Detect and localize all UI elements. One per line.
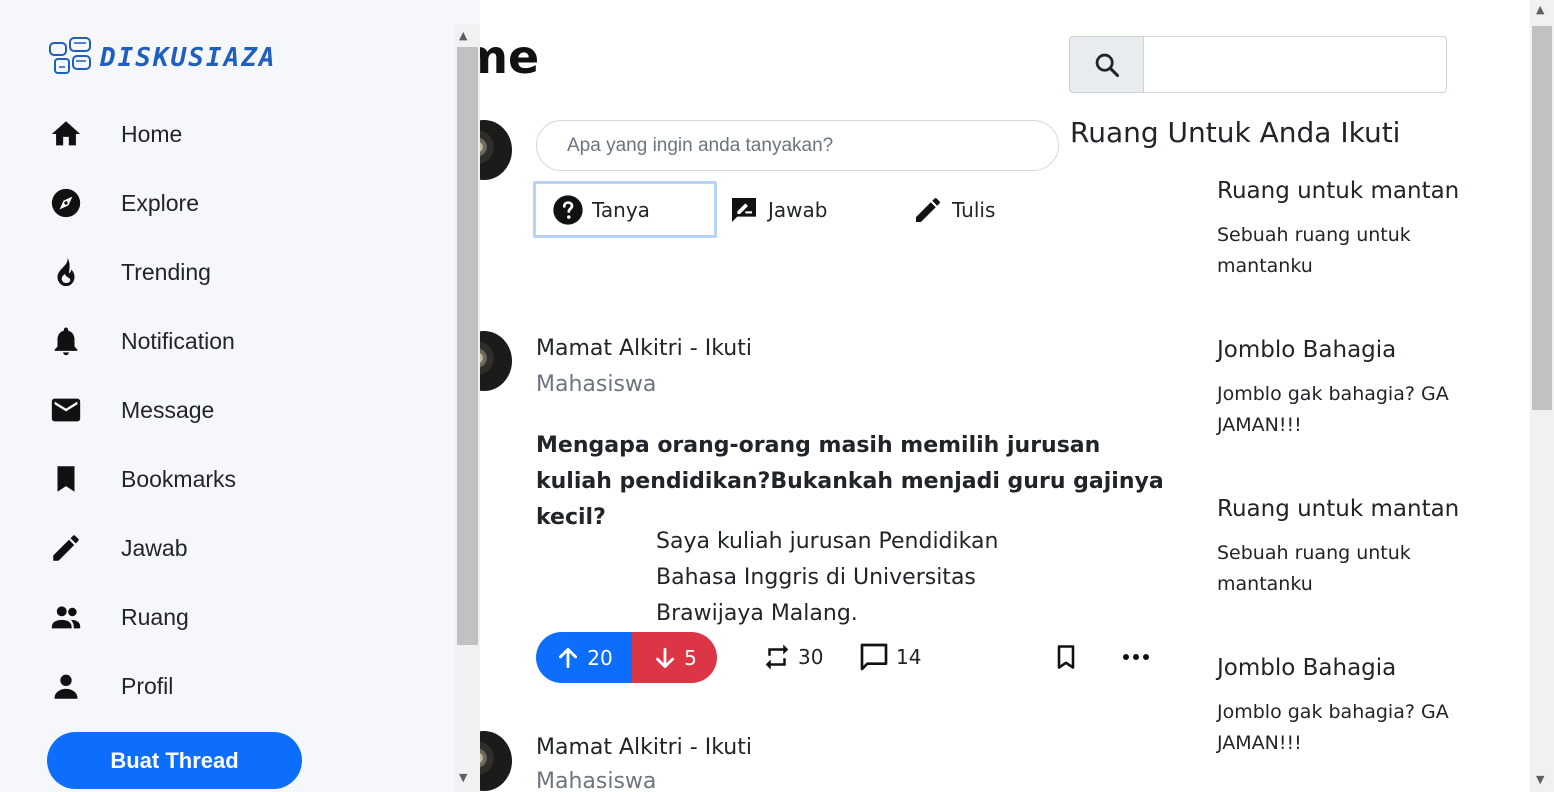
downvote-count: 5	[684, 645, 697, 670]
sidebar-item-label: Message	[121, 396, 215, 423]
flame-icon	[48, 254, 84, 290]
post-answer: Saya kuliah jurusan Pendidikan Bahasa In…	[656, 529, 999, 626]
sidebar-item-label: Trending	[121, 258, 211, 285]
room-card[interactable]: Ruang untuk mantan Sebuah ruang untuk ma…	[1217, 494, 1517, 600]
room-card[interactable]: Jomblo Bahagia Jomblo gak bahagia? GA JA…	[1217, 335, 1517, 441]
room-description: Sebuah ruang untuk mantanku	[1217, 224, 1411, 277]
sidebar-item-trending[interactable]: Trending	[48, 247, 448, 297]
post-author[interactable]: Mamat Alkitri - Ikuti	[536, 735, 752, 760]
sidebar-item-label: Notification	[121, 327, 235, 354]
sidebar-item-jawab[interactable]: Jawab	[48, 523, 448, 573]
app-logo[interactable]: DISKUSIAZA	[48, 35, 277, 81]
search-input[interactable]	[1143, 36, 1447, 93]
upvote-button[interactable]: 20	[536, 632, 632, 683]
room-name[interactable]: Jomblo Bahagia	[1217, 335, 1517, 365]
arrow-down-icon	[652, 645, 678, 671]
arrow-up-icon	[555, 645, 581, 671]
logo-text: DISKUSIAZA	[100, 43, 277, 73]
room-name[interactable]: Ruang untuk mantan	[1217, 494, 1517, 524]
room-name[interactable]: Jomblo Bahagia	[1217, 653, 1517, 683]
more-options-button[interactable]	[1120, 640, 1152, 674]
mail-icon	[48, 392, 84, 428]
repost-button[interactable]: 30	[762, 637, 823, 677]
post-author-role: Mahasiswa	[536, 769, 657, 792]
sidebar-scroll-down-icon[interactable]: ▼	[459, 771, 467, 784]
sidebar-item-explore[interactable]: Explore	[48, 178, 448, 228]
room-card[interactable]: Jomblo Bahagia Jomblo gak bahagia? GA JA…	[1217, 653, 1517, 759]
jawab-label: Jawab	[768, 197, 828, 222]
post-question[interactable]: Mengapa orang-orang masih memilih jurusa…	[536, 428, 1176, 536]
question-circle-icon	[552, 194, 584, 226]
comment-count: 14	[896, 645, 922, 669]
tanya-button[interactable]: Tanya	[533, 181, 717, 238]
upvote-count: 20	[587, 645, 613, 670]
repost-count: 30	[798, 645, 824, 669]
sidebar: DISKUSIAZA Home Explore Trending Notific…	[0, 0, 480, 792]
pencil-icon	[48, 530, 84, 566]
sidebar-item-ruang[interactable]: Ruang	[48, 592, 448, 642]
sidebar-item-notification[interactable]: Notification	[48, 316, 448, 366]
sidebar-item-label: Jawab	[121, 534, 188, 561]
sidebar-item-profil[interactable]: Profil	[48, 661, 448, 711]
downvote-button[interactable]: 5	[632, 632, 717, 683]
create-thread-button[interactable]: Buat Thread	[47, 732, 302, 789]
search-button[interactable]	[1069, 36, 1144, 93]
sidebar-item-label: Explore	[121, 189, 199, 216]
sidebar-item-home[interactable]: Home	[48, 109, 448, 159]
bookmark-button[interactable]	[1050, 640, 1082, 674]
people-icon	[48, 599, 84, 635]
sidebar-item-label: Profil	[121, 672, 174, 699]
rooms-title: Ruang Untuk Anda Ikuti	[1070, 116, 1401, 149]
room-name[interactable]: Ruang untuk mantan	[1217, 176, 1517, 206]
tulis-label: Tulis	[952, 197, 996, 222]
ask-question-input[interactable]	[536, 120, 1059, 171]
vote-group: 20 5	[536, 632, 717, 683]
tulis-button[interactable]: Tulis	[912, 181, 1052, 238]
compass-icon	[48, 185, 84, 221]
room-description: Jomblo gak bahagia? GA JAMAN!!!	[1217, 701, 1449, 754]
scroll-up-arrow-icon[interactable]: ▲	[1536, 3, 1544, 16]
room-description: Sebuah ruang untuk mantanku	[1217, 542, 1411, 595]
comment-button[interactable]: 14	[858, 637, 921, 677]
post-author[interactable]: Mamat Alkitri - Ikuti	[536, 336, 752, 361]
more-dots-icon	[1122, 652, 1150, 662]
answer-icon	[728, 194, 760, 226]
bookmark-icon	[48, 461, 84, 497]
tanya-label: Tanya	[592, 197, 650, 222]
room-card[interactable]: Ruang untuk mantan Sebuah ruang untuk ma…	[1217, 176, 1517, 282]
page-scrollbar-thumb[interactable]	[1532, 26, 1552, 410]
pencil-icon	[912, 194, 944, 226]
sidebar-item-label: Home	[121, 120, 183, 147]
home-icon	[48, 116, 84, 152]
person-icon	[48, 668, 84, 704]
bookmark-outline-icon	[1052, 642, 1080, 672]
search-icon	[1093, 51, 1121, 79]
room-description: Jomblo gak bahagia? GA JAMAN!!!	[1217, 383, 1449, 436]
sidebar-item-message[interactable]: Message	[48, 385, 448, 435]
sidebar-item-label: Bookmarks	[121, 465, 237, 492]
repeat-icon	[762, 642, 792, 672]
sidebar-item-label: Ruang	[121, 603, 189, 630]
scroll-down-arrow-icon[interactable]: ▼	[1536, 773, 1544, 786]
comment-icon	[858, 641, 890, 673]
post-author-role: Mahasiswa	[536, 372, 657, 397]
sidebar-item-bookmarks[interactable]: Bookmarks	[48, 454, 448, 504]
sidebar-scroll-up-icon[interactable]: ▲	[459, 29, 467, 42]
bell-icon	[48, 323, 84, 359]
jawab-button[interactable]: Jawab	[728, 181, 888, 238]
sidebar-scrollbar-thumb[interactable]	[457, 47, 478, 645]
chat-bubbles-icon	[48, 35, 94, 81]
